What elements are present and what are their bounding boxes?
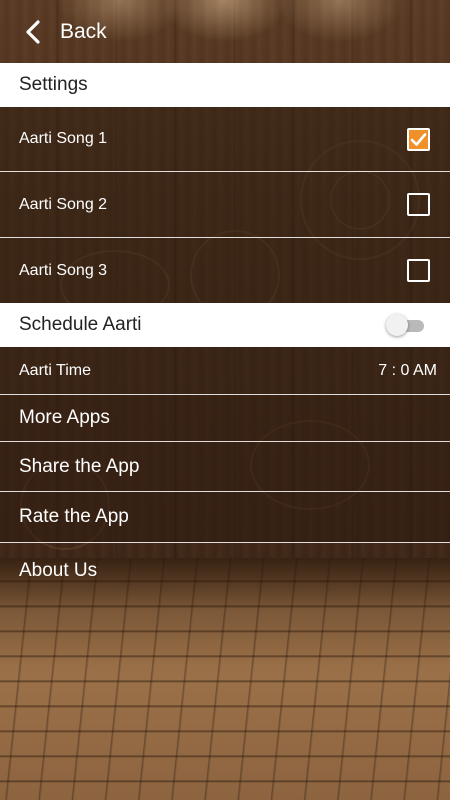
aarti-time-row[interactable]: Aarti Time 7 : 0 AM xyxy=(0,347,450,395)
song-row-3[interactable]: Aarti Song 3 xyxy=(0,238,450,303)
menu-item-label: More Apps xyxy=(19,407,110,428)
song-2-checkbox[interactable] xyxy=(407,193,430,216)
aarti-time-value: 7 : 0 AM xyxy=(378,361,437,379)
menu-item-label: About Us xyxy=(19,560,98,581)
schedule-title: Schedule Aarti xyxy=(19,314,142,335)
aarti-time-label: Aarti Time xyxy=(19,361,92,379)
song-label: Aarti Song 1 xyxy=(19,130,108,147)
song-3-checkbox[interactable] xyxy=(407,259,430,282)
back-button[interactable]: Back xyxy=(0,0,107,63)
share-app-item[interactable]: Share the App xyxy=(0,442,450,492)
menu-item-label: Share the App xyxy=(19,455,140,477)
song-row-2[interactable]: Aarti Song 2 xyxy=(0,172,450,238)
rate-app-item[interactable]: Rate the App xyxy=(0,492,450,543)
schedule-toggle[interactable] xyxy=(386,314,426,336)
checkmark-icon xyxy=(410,132,427,146)
song-1-checkbox[interactable] xyxy=(407,127,430,151)
top-bar: Back xyxy=(0,0,450,63)
more-apps-item[interactable]: More Apps xyxy=(0,395,450,442)
chevron-left-icon xyxy=(26,19,40,44)
settings-section-header: Settings xyxy=(0,63,450,107)
song-label: Aarti Song 3 xyxy=(19,261,108,279)
back-label: Back xyxy=(60,19,107,43)
song-label: Aarti Song 2 xyxy=(19,195,108,213)
settings-title: Settings xyxy=(19,74,88,95)
schedule-section-header: Schedule Aarti xyxy=(0,303,450,347)
menu-item-label: Rate the App xyxy=(19,506,129,527)
song-row-1[interactable]: Aarti Song 1 xyxy=(0,107,450,172)
about-us-item[interactable]: About Us xyxy=(0,543,450,599)
toggle-thumb xyxy=(386,314,408,336)
